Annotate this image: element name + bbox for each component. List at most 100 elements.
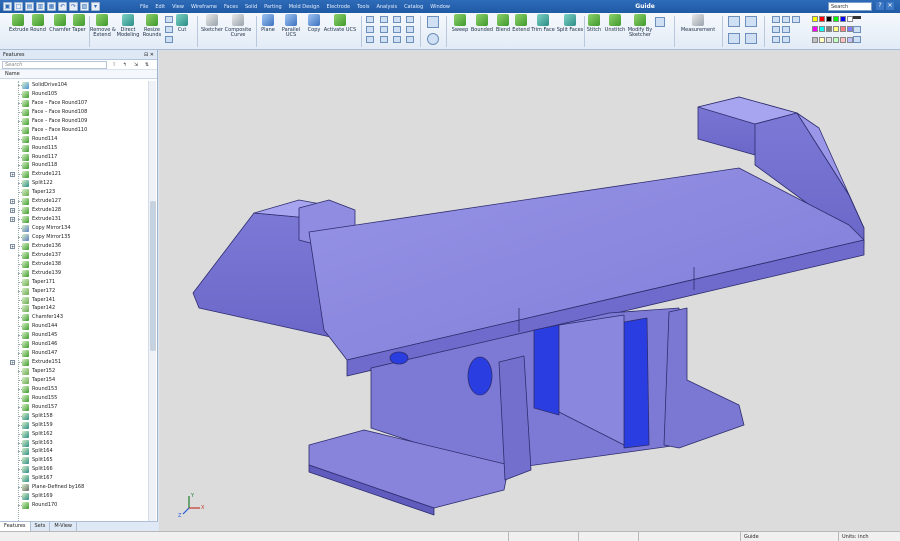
- menu-wireframe[interactable]: Wireframe: [191, 4, 217, 10]
- feature-tree-item[interactable]: Round144: [0, 322, 148, 331]
- unstitch-button[interactable]: Unstitch: [604, 14, 626, 33]
- color-swatch[interactable]: [819, 26, 825, 33]
- extrude-button[interactable]: Extrude: [9, 14, 29, 33]
- feature-tree-item[interactable]: Round114: [0, 135, 148, 144]
- sketcher-button[interactable]: Sketcher: [200, 14, 224, 33]
- trim-icon[interactable]: [393, 36, 401, 43]
- color-swatch[interactable]: [826, 16, 832, 22]
- sort-icon[interactable]: ⇅: [143, 61, 151, 69]
- menu-electrode[interactable]: Electrode: [327, 4, 351, 10]
- menu-analysis[interactable]: Analysis: [376, 4, 397, 10]
- features-search-input[interactable]: Search: [2, 60, 107, 69]
- feature-tree-item[interactable]: Round155: [0, 394, 148, 403]
- feature-tree-item[interactable]: Face – Face Round110: [0, 126, 148, 135]
- expand-toggle-icon[interactable]: +: [10, 199, 15, 205]
- tree-scrollbar[interactable]: [148, 81, 156, 541]
- line-icon[interactable]: [366, 16, 374, 23]
- menu-view[interactable]: View: [172, 4, 184, 10]
- feature-tree-item[interactable]: Split158: [0, 412, 148, 421]
- feature-tree-item[interactable]: + Extrude128: [0, 206, 148, 215]
- polygon-icon[interactable]: [393, 26, 401, 33]
- feature-tree-item[interactable]: Taper141: [0, 296, 148, 305]
- close-panel-icon[interactable]: ⊟ ✕: [144, 50, 154, 60]
- ellipse-icon[interactable]: [406, 26, 414, 33]
- feature-tree-item[interactable]: Face – Face Round109: [0, 117, 148, 126]
- display-mode-icon[interactable]: [853, 26, 861, 33]
- feature-tree-item[interactable]: Split167: [0, 474, 148, 483]
- feature-tree-item[interactable]: Face – Face Round108: [0, 108, 148, 117]
- tab-m-view[interactable]: M-View: [50, 522, 78, 531]
- pick-color-icon[interactable]: [853, 36, 861, 43]
- feature-tree-item[interactable]: Plane-Defined by168: [0, 483, 148, 492]
- view-back-icon[interactable]: [772, 36, 780, 43]
- status-units[interactable]: Units: inch: [838, 532, 900, 541]
- feature-tree-item[interactable]: + Extrude121: [0, 170, 148, 179]
- feature-tree-item[interactable]: Round170: [0, 501, 148, 510]
- extend-button[interactable]: Extend: [512, 14, 530, 33]
- expand-toggle-icon[interactable]: +: [10, 172, 15, 178]
- plane-button[interactable]: Plane: [260, 14, 276, 33]
- menu-faces[interactable]: Faces: [224, 4, 238, 10]
- feature-tree-item[interactable]: Split162: [0, 430, 148, 439]
- feature-tree-item[interactable]: Split159: [0, 421, 148, 430]
- composite-curve-button[interactable]: Composite Curve: [224, 14, 252, 38]
- shell-icon[interactable]: [655, 17, 665, 27]
- feature-tree-item[interactable]: Copy Mirror135: [0, 233, 148, 242]
- feature-tree-item[interactable]: Taper152: [0, 367, 148, 376]
- feature-tree-item[interactable]: Taper123: [0, 188, 148, 197]
- color-swatch[interactable]: [812, 16, 818, 22]
- new-icon[interactable]: □: [14, 2, 23, 11]
- feature-tree-item[interactable]: Round153: [0, 385, 148, 394]
- expand-toggle-icon[interactable]: +: [10, 360, 15, 366]
- fillet-icon[interactable]: [406, 36, 414, 43]
- feature-tree-item[interactable]: Face – Face Round107: [0, 99, 148, 108]
- feature-tree-item[interactable]: + Extrude127: [0, 197, 148, 206]
- expand-icon[interactable]: ⇲: [132, 61, 140, 69]
- filter-icon[interactable]: ⊺: [110, 61, 118, 69]
- color-swatch[interactable]: [833, 26, 839, 33]
- feature-tree-item[interactable]: Split166: [0, 465, 148, 474]
- feature-tree-item[interactable]: Split164: [0, 447, 148, 456]
- tab-sets[interactable]: Sets: [31, 522, 51, 531]
- point-icon[interactable]: [406, 16, 414, 23]
- chamfer-button[interactable]: Chamfer: [49, 14, 71, 33]
- feature-tree-item[interactable]: SolidDrive104: [0, 81, 148, 90]
- line-width-icon[interactable]: [853, 16, 861, 19]
- feature-tree-item[interactable]: Round157: [0, 403, 148, 412]
- cut-bottom-icon[interactable]: [165, 36, 173, 43]
- view-right-icon[interactable]: [782, 26, 790, 33]
- blend-button[interactable]: Blend: [495, 14, 511, 33]
- round-button[interactable]: Round: [29, 14, 47, 33]
- resize-rounds-button[interactable]: Resize Rounds: [142, 14, 162, 38]
- menu-mold-design[interactable]: Mold Design: [289, 4, 320, 10]
- spline-icon[interactable]: [393, 16, 401, 23]
- redo-icon[interactable]: ↷: [69, 2, 78, 11]
- split-faces-button[interactable]: Split Faces: [556, 14, 584, 33]
- menu-tools[interactable]: Tools: [357, 4, 369, 10]
- offset-icon[interactable]: [380, 36, 388, 43]
- feature-tree-item[interactable]: Round145: [0, 331, 148, 340]
- feature-tree-item[interactable]: Taper154: [0, 376, 148, 385]
- menu-window[interactable]: Window: [430, 4, 450, 10]
- feature-tree-item[interactable]: Split165: [0, 456, 148, 465]
- zoom-fit-icon[interactable]: [745, 33, 757, 44]
- circle-icon[interactable]: [380, 26, 388, 33]
- activate-ucs-button[interactable]: Activate UCS: [323, 14, 357, 33]
- menu-edit[interactable]: Edit: [155, 4, 165, 10]
- feature-tree-item[interactable]: Extrude139: [0, 269, 148, 278]
- global-search-input[interactable]: Search: [828, 2, 872, 11]
- color-swatch[interactable]: [840, 16, 846, 22]
- menu-file[interactable]: File: [140, 4, 148, 10]
- zoom-icon[interactable]: [728, 16, 740, 27]
- save-icon[interactable]: ▥: [36, 2, 45, 11]
- feature-tree-item[interactable]: Split169: [0, 492, 148, 501]
- stitch-button[interactable]: Stitch: [585, 14, 603, 33]
- trim-face-button[interactable]: Trim Face: [531, 14, 555, 33]
- column-header-name[interactable]: Name: [0, 70, 157, 79]
- part-model-canvas[interactable]: Y X Z: [159, 50, 900, 531]
- part-model[interactable]: [192, 96, 865, 516]
- zoom-window-icon[interactable]: [745, 16, 757, 27]
- copy-button[interactable]: Copy: [306, 14, 322, 33]
- cut-top-icon[interactable]: [165, 16, 173, 23]
- 3d-viewport[interactable]: Y X Z: [159, 50, 900, 531]
